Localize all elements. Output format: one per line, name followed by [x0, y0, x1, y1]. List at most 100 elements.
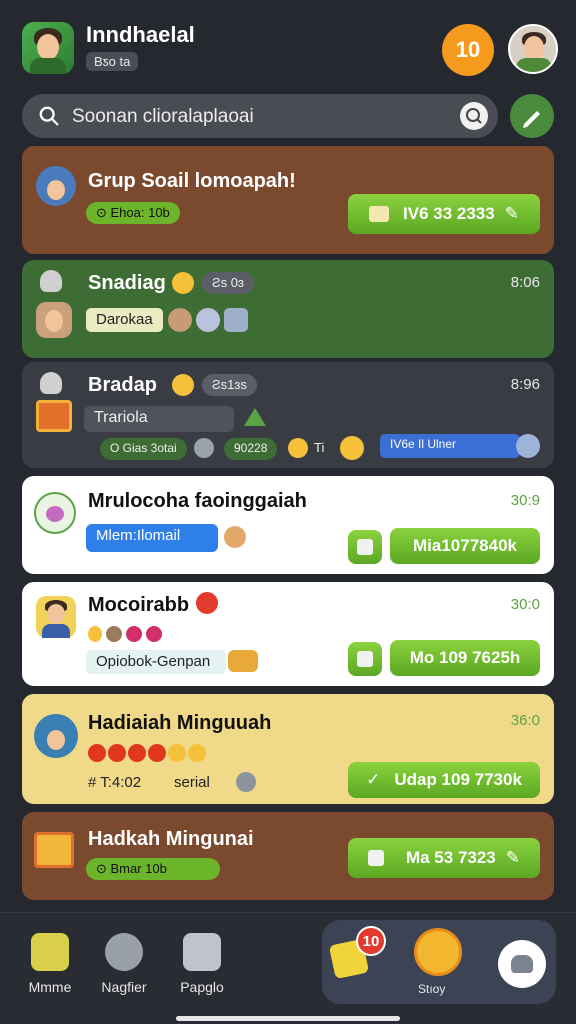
- contact-avatar: [36, 302, 72, 338]
- chat-pill[interactable]: Mlem:Ilomail: [86, 524, 218, 552]
- chat-title: Bradap: [88, 374, 157, 396]
- chat-time: 30:0: [510, 596, 540, 613]
- ghost-icon: [40, 372, 62, 394]
- wizard-avatar-icon: [36, 166, 76, 206]
- note-icon: [367, 850, 384, 866]
- emoji-icon: [172, 374, 194, 396]
- coin-icon: [288, 438, 308, 458]
- dice-icon: [357, 651, 373, 667]
- chat-pill-suffix: Ti: [314, 440, 325, 455]
- nav-pagglo[interactable]: Papglo: [162, 933, 242, 995]
- header: Inndhaelal Bƽo ta 10: [0, 0, 576, 92]
- chat-card-hadkah[interactable]: Hadkah Mingunai ⊙ Bmar 10b Ma 53 7323 ✎: [22, 812, 554, 900]
- app-subtitle: Bƽo ta: [86, 52, 139, 71]
- chat-card-group[interactable]: Grup Soail lomoapah! ⊙ Ehoa: 10b IV6 33 …: [22, 146, 554, 254]
- coin-icon: [188, 744, 206, 762]
- chat-card-snadiag[interactable]: Snadiag Ƨs 0ɜ 8:06 Darokaa: [22, 260, 554, 358]
- badge-icon: [126, 626, 142, 642]
- nav-home[interactable]: Mmme: [10, 933, 90, 995]
- avatar-icon: [236, 772, 256, 792]
- emoji-icon: [340, 436, 364, 460]
- search-bar[interactable]: Soonan clioralaplaoai: [22, 94, 498, 138]
- dice-icon: [357, 539, 373, 555]
- bottom-navigation: Mmme Nagfier Papglo 10 Stıoy: [0, 912, 576, 1024]
- coin-badge[interactable]: 10: [442, 24, 494, 76]
- chat-card-mocoirabb[interactable]: Mocoirabb 30:0 Opiobok-Genpan Mo 109 762…: [22, 582, 554, 686]
- chat-tag: Ƨs 0ɜ: [202, 272, 254, 294]
- dice-button[interactable]: [348, 642, 382, 676]
- heart-icon: [196, 592, 218, 614]
- chat-card-bradap[interactable]: Bradap Ƨs1ɜs 8:96 Trariola O Gias 3otai …: [22, 362, 554, 468]
- badge-icon: [146, 626, 162, 642]
- emoji-icon: [194, 438, 214, 458]
- avatar-icon: [168, 308, 192, 332]
- fire-icon: [108, 744, 126, 762]
- chat-action-button[interactable]: Ma 53 7323 ✎: [348, 838, 540, 878]
- group-avatar[interactable]: [22, 22, 74, 74]
- avatar-icon: [516, 434, 540, 458]
- pencil-icon: ✎: [504, 204, 519, 223]
- chat-pill: ⊙ Ehoa: 10b: [86, 202, 180, 224]
- flower-avatar-icon: [34, 492, 76, 534]
- calendar-icon: [183, 933, 221, 971]
- shield-icon: [196, 308, 220, 332]
- bird-icon: [244, 408, 266, 426]
- chat-time: 36:0: [510, 712, 540, 729]
- chat-meta: # T:4:02: [88, 774, 142, 791]
- profile-avatar[interactable]: [508, 24, 558, 74]
- ghost-icon: [40, 270, 62, 292]
- nav-dock: 10 Stıoy: [322, 920, 556, 1004]
- dice-button[interactable]: [348, 530, 382, 564]
- chat-title: Grup Soail lomoapah!: [88, 170, 296, 192]
- chat-pill-link[interactable]: IV6e Il Ulner: [380, 434, 520, 458]
- voice-search-icon[interactable]: [460, 102, 488, 130]
- chat-pill: Darokaa: [86, 308, 163, 332]
- pencil-icon: [523, 111, 540, 128]
- chat-action-button[interactable]: ✓ Udap 109 7730k: [348, 762, 540, 798]
- gift-icon: [369, 206, 390, 222]
- gift-box-icon: [34, 832, 74, 868]
- coin-icon: [88, 626, 102, 642]
- notification-badge: 10: [356, 926, 386, 956]
- pencil-icon: ✎: [505, 848, 521, 867]
- chat-time: 8:06: [510, 274, 540, 291]
- chat-time: 30:9: [510, 492, 540, 509]
- fire-icon: [148, 744, 166, 762]
- chat-pill-secondary: O Gias 3otai: [100, 438, 187, 460]
- chat-pill: ⊙ Bmar 10b: [86, 858, 220, 880]
- gift-box-icon: [36, 400, 72, 432]
- chat-title: Snadiag: [88, 272, 166, 294]
- chat-title: Mocoirabb: [88, 594, 190, 616]
- home-indicator: [176, 1016, 400, 1021]
- nav-story-label: Stıoy: [418, 982, 446, 996]
- shield-icon: [106, 626, 122, 642]
- chat-title: Hadkah Mingunai: [88, 828, 254, 850]
- emoji-icon: [224, 526, 246, 548]
- nav-nagfiler[interactable]: Nagfier: [84, 933, 164, 995]
- people-icon: [228, 650, 258, 672]
- bird-icon: ✓: [366, 770, 381, 789]
- chat-action-button[interactable]: Mia1077840k: [390, 528, 540, 564]
- chat-title: Mrulocoha faoinggaiah: [88, 490, 307, 512]
- chart-icon: [224, 308, 248, 332]
- coin-icon: [168, 744, 186, 762]
- chat-pill: Trariola: [84, 406, 234, 432]
- chat-pill-counter: 90228: [224, 438, 278, 460]
- app-title: Inndhaelal: [86, 22, 195, 47]
- chat-meta-secondary: serial: [174, 774, 210, 791]
- fire-icon: [128, 744, 146, 762]
- chat-tag: Ƨs1ɜs: [202, 374, 257, 396]
- fire-icon: [88, 744, 106, 762]
- search-input[interactable]: Soonan clioralaplaoai: [72, 106, 254, 128]
- group-icon[interactable]: [498, 940, 546, 988]
- chat-card-hadiaiah[interactable]: Hadiaiah Minguuah 36:0 # T:4:02 serial ✓…: [22, 694, 554, 804]
- chat-card-mrulocoha[interactable]: Mrulocoha faoinggaiah 30:9 Mlem:Ilomail …: [22, 476, 554, 574]
- chat-title: Hadiaiah Minguuah: [88, 712, 272, 734]
- emoji-icon: [172, 272, 194, 294]
- wizard-avatar-icon: [34, 714, 78, 758]
- lion-icon[interactable]: [414, 928, 462, 976]
- chat-bubble-icon: [105, 933, 143, 971]
- chat-action-button[interactable]: Mo 109 7625h: [390, 640, 540, 676]
- chat-action-button[interactable]: IV6 33 2333 ✎: [348, 194, 540, 234]
- compose-button[interactable]: [510, 94, 554, 138]
